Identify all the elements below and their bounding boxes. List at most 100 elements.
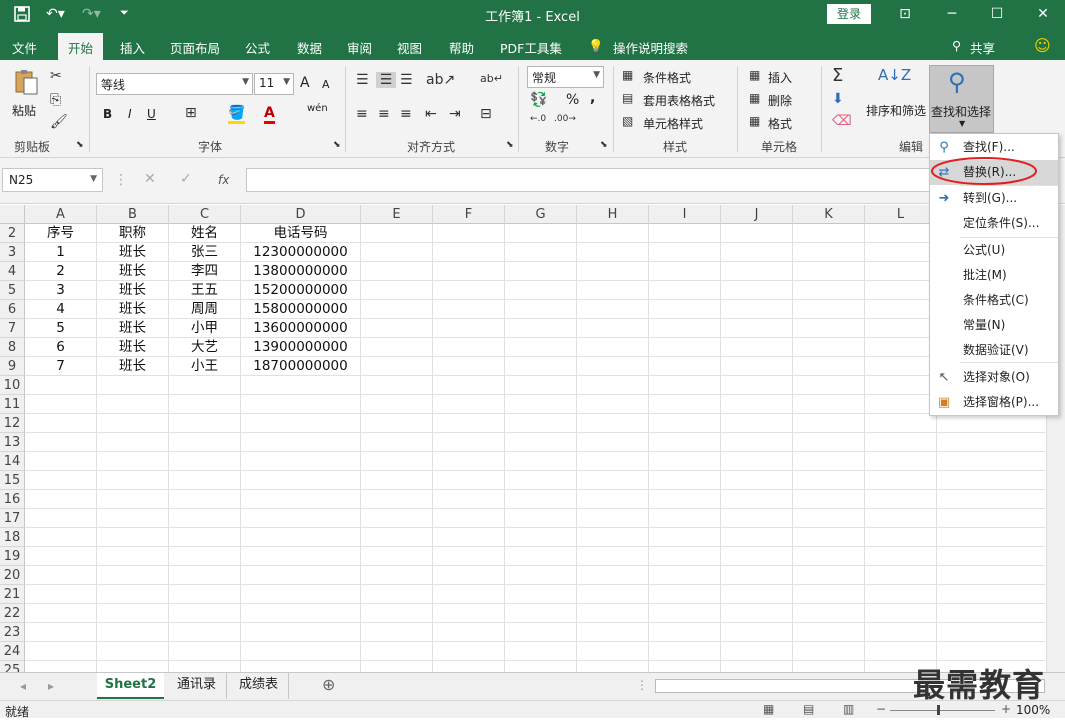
font-color-icon[interactable]: A	[264, 105, 275, 124]
cell-f3[interactable]	[433, 243, 505, 262]
menu-item-4[interactable]: 公式(U)	[930, 238, 1058, 263]
cell-f9[interactable]	[433, 357, 505, 376]
cell-c6[interactable]: 周周	[169, 300, 241, 319]
cell-g2[interactable]	[505, 224, 577, 243]
cell-f23[interactable]	[433, 623, 505, 642]
grid-cell[interactable]	[937, 585, 1045, 604]
cell-k16[interactable]	[793, 490, 865, 509]
cell-h3[interactable]	[577, 243, 649, 262]
cell-a4[interactable]: 2	[25, 262, 97, 281]
cell-e18[interactable]	[361, 528, 433, 547]
cell-d5[interactable]: 15200000000	[241, 281, 361, 300]
cell-e5[interactable]	[361, 281, 433, 300]
cell-j14[interactable]	[721, 452, 793, 471]
phonetic-button[interactable]: wén	[307, 103, 328, 114]
shrink-font-button[interactable]: A	[322, 78, 330, 91]
cell-k8[interactable]	[793, 338, 865, 357]
minimize-icon[interactable]: ─	[940, 4, 964, 26]
cell-f10[interactable]	[433, 376, 505, 395]
cell-e21[interactable]	[361, 585, 433, 604]
cell-c5[interactable]: 王五	[169, 281, 241, 300]
percent-button[interactable]: %	[566, 92, 579, 108]
cell-g8[interactable]	[505, 338, 577, 357]
row-header-22[interactable]: 22	[0, 604, 25, 623]
cell-i9[interactable]	[649, 357, 721, 376]
italic-button[interactable]: I	[128, 107, 132, 121]
cell-h6[interactable]	[577, 300, 649, 319]
grid-cell[interactable]	[937, 623, 1045, 642]
cell-a16[interactable]	[25, 490, 97, 509]
cell-l19[interactable]	[865, 547, 937, 566]
cell-h9[interactable]	[577, 357, 649, 376]
cell-b5[interactable]: 班长	[97, 281, 169, 300]
cell-e14[interactable]	[361, 452, 433, 471]
row-header-20[interactable]: 20	[0, 566, 25, 585]
cell-j9[interactable]	[721, 357, 793, 376]
cell-e7[interactable]	[361, 319, 433, 338]
cell-f4[interactable]	[433, 262, 505, 281]
cell-e2[interactable]	[361, 224, 433, 243]
cell-b3[interactable]: 班长	[97, 243, 169, 262]
cell-l12[interactable]	[865, 414, 937, 433]
cell-l22[interactable]	[865, 604, 937, 623]
cell-e8[interactable]	[361, 338, 433, 357]
cell-j23[interactable]	[721, 623, 793, 642]
cell-h19[interactable]	[577, 547, 649, 566]
cell-g13[interactable]	[505, 433, 577, 452]
row-header-7[interactable]: 7	[0, 319, 25, 338]
menu-item-3[interactable]: 定位条件(S)...	[930, 211, 1058, 236]
cell-l20[interactable]	[865, 566, 937, 585]
cell-f6[interactable]	[433, 300, 505, 319]
cell-h13[interactable]	[577, 433, 649, 452]
cell-i15[interactable]	[649, 471, 721, 490]
column-header-l[interactable]: L	[865, 205, 937, 224]
sheet-tab-sheet2[interactable]: Sheet2	[97, 673, 164, 699]
cell-c13[interactable]	[169, 433, 241, 452]
cell-k23[interactable]	[793, 623, 865, 642]
cell-f11[interactable]	[433, 395, 505, 414]
cell-c8[interactable]: 大艺	[169, 338, 241, 357]
row-header-24[interactable]: 24	[0, 642, 25, 661]
cell-j4[interactable]	[721, 262, 793, 281]
cell-b22[interactable]	[97, 604, 169, 623]
cell-a17[interactable]	[25, 509, 97, 528]
cell-f2[interactable]	[433, 224, 505, 243]
cell-l8[interactable]	[865, 338, 937, 357]
sort-filter-button[interactable]: 排序和筛选	[866, 102, 926, 119]
dialog-launcher-icon[interactable]: ⬊	[76, 140, 84, 150]
cell-i16[interactable]	[649, 490, 721, 509]
format-painter-icon[interactable]: 🖌	[50, 114, 68, 130]
row-header-16[interactable]: 16	[0, 490, 25, 509]
cell-f24[interactable]	[433, 642, 505, 661]
cell-e17[interactable]	[361, 509, 433, 528]
cell-a18[interactable]	[25, 528, 97, 547]
row-header-11[interactable]: 11	[0, 395, 25, 414]
cell-b17[interactable]	[97, 509, 169, 528]
cell-a10[interactable]	[25, 376, 97, 395]
font-size-select[interactable]: 11 ▼	[254, 73, 294, 95]
cell-h2[interactable]	[577, 224, 649, 243]
delete-cells-button[interactable]: 删除	[768, 92, 792, 109]
cell-g23[interactable]	[505, 623, 577, 642]
cell-b9[interactable]: 班长	[97, 357, 169, 376]
cell-j25[interactable]	[721, 661, 793, 672]
cell-d4[interactable]: 13800000000	[241, 262, 361, 281]
cell-a9[interactable]: 7	[25, 357, 97, 376]
tab-review[interactable]: 审阅	[347, 38, 372, 57]
dialog-launcher-icon[interactable]: ⬊	[600, 140, 608, 150]
cell-e15[interactable]	[361, 471, 433, 490]
cell-j19[interactable]	[721, 547, 793, 566]
cell-f18[interactable]	[433, 528, 505, 547]
wrap-text-icon[interactable]: ab↵	[480, 72, 503, 85]
cell-f15[interactable]	[433, 471, 505, 490]
cell-l23[interactable]	[865, 623, 937, 642]
cell-k25[interactable]	[793, 661, 865, 672]
cell-a23[interactable]	[25, 623, 97, 642]
cell-i14[interactable]	[649, 452, 721, 471]
cell-h25[interactable]	[577, 661, 649, 672]
cell-c9[interactable]: 小王	[169, 357, 241, 376]
cell-f20[interactable]	[433, 566, 505, 585]
currency-icon[interactable]: 💱	[530, 92, 547, 108]
cell-j20[interactable]	[721, 566, 793, 585]
row-header-18[interactable]: 18	[0, 528, 25, 547]
